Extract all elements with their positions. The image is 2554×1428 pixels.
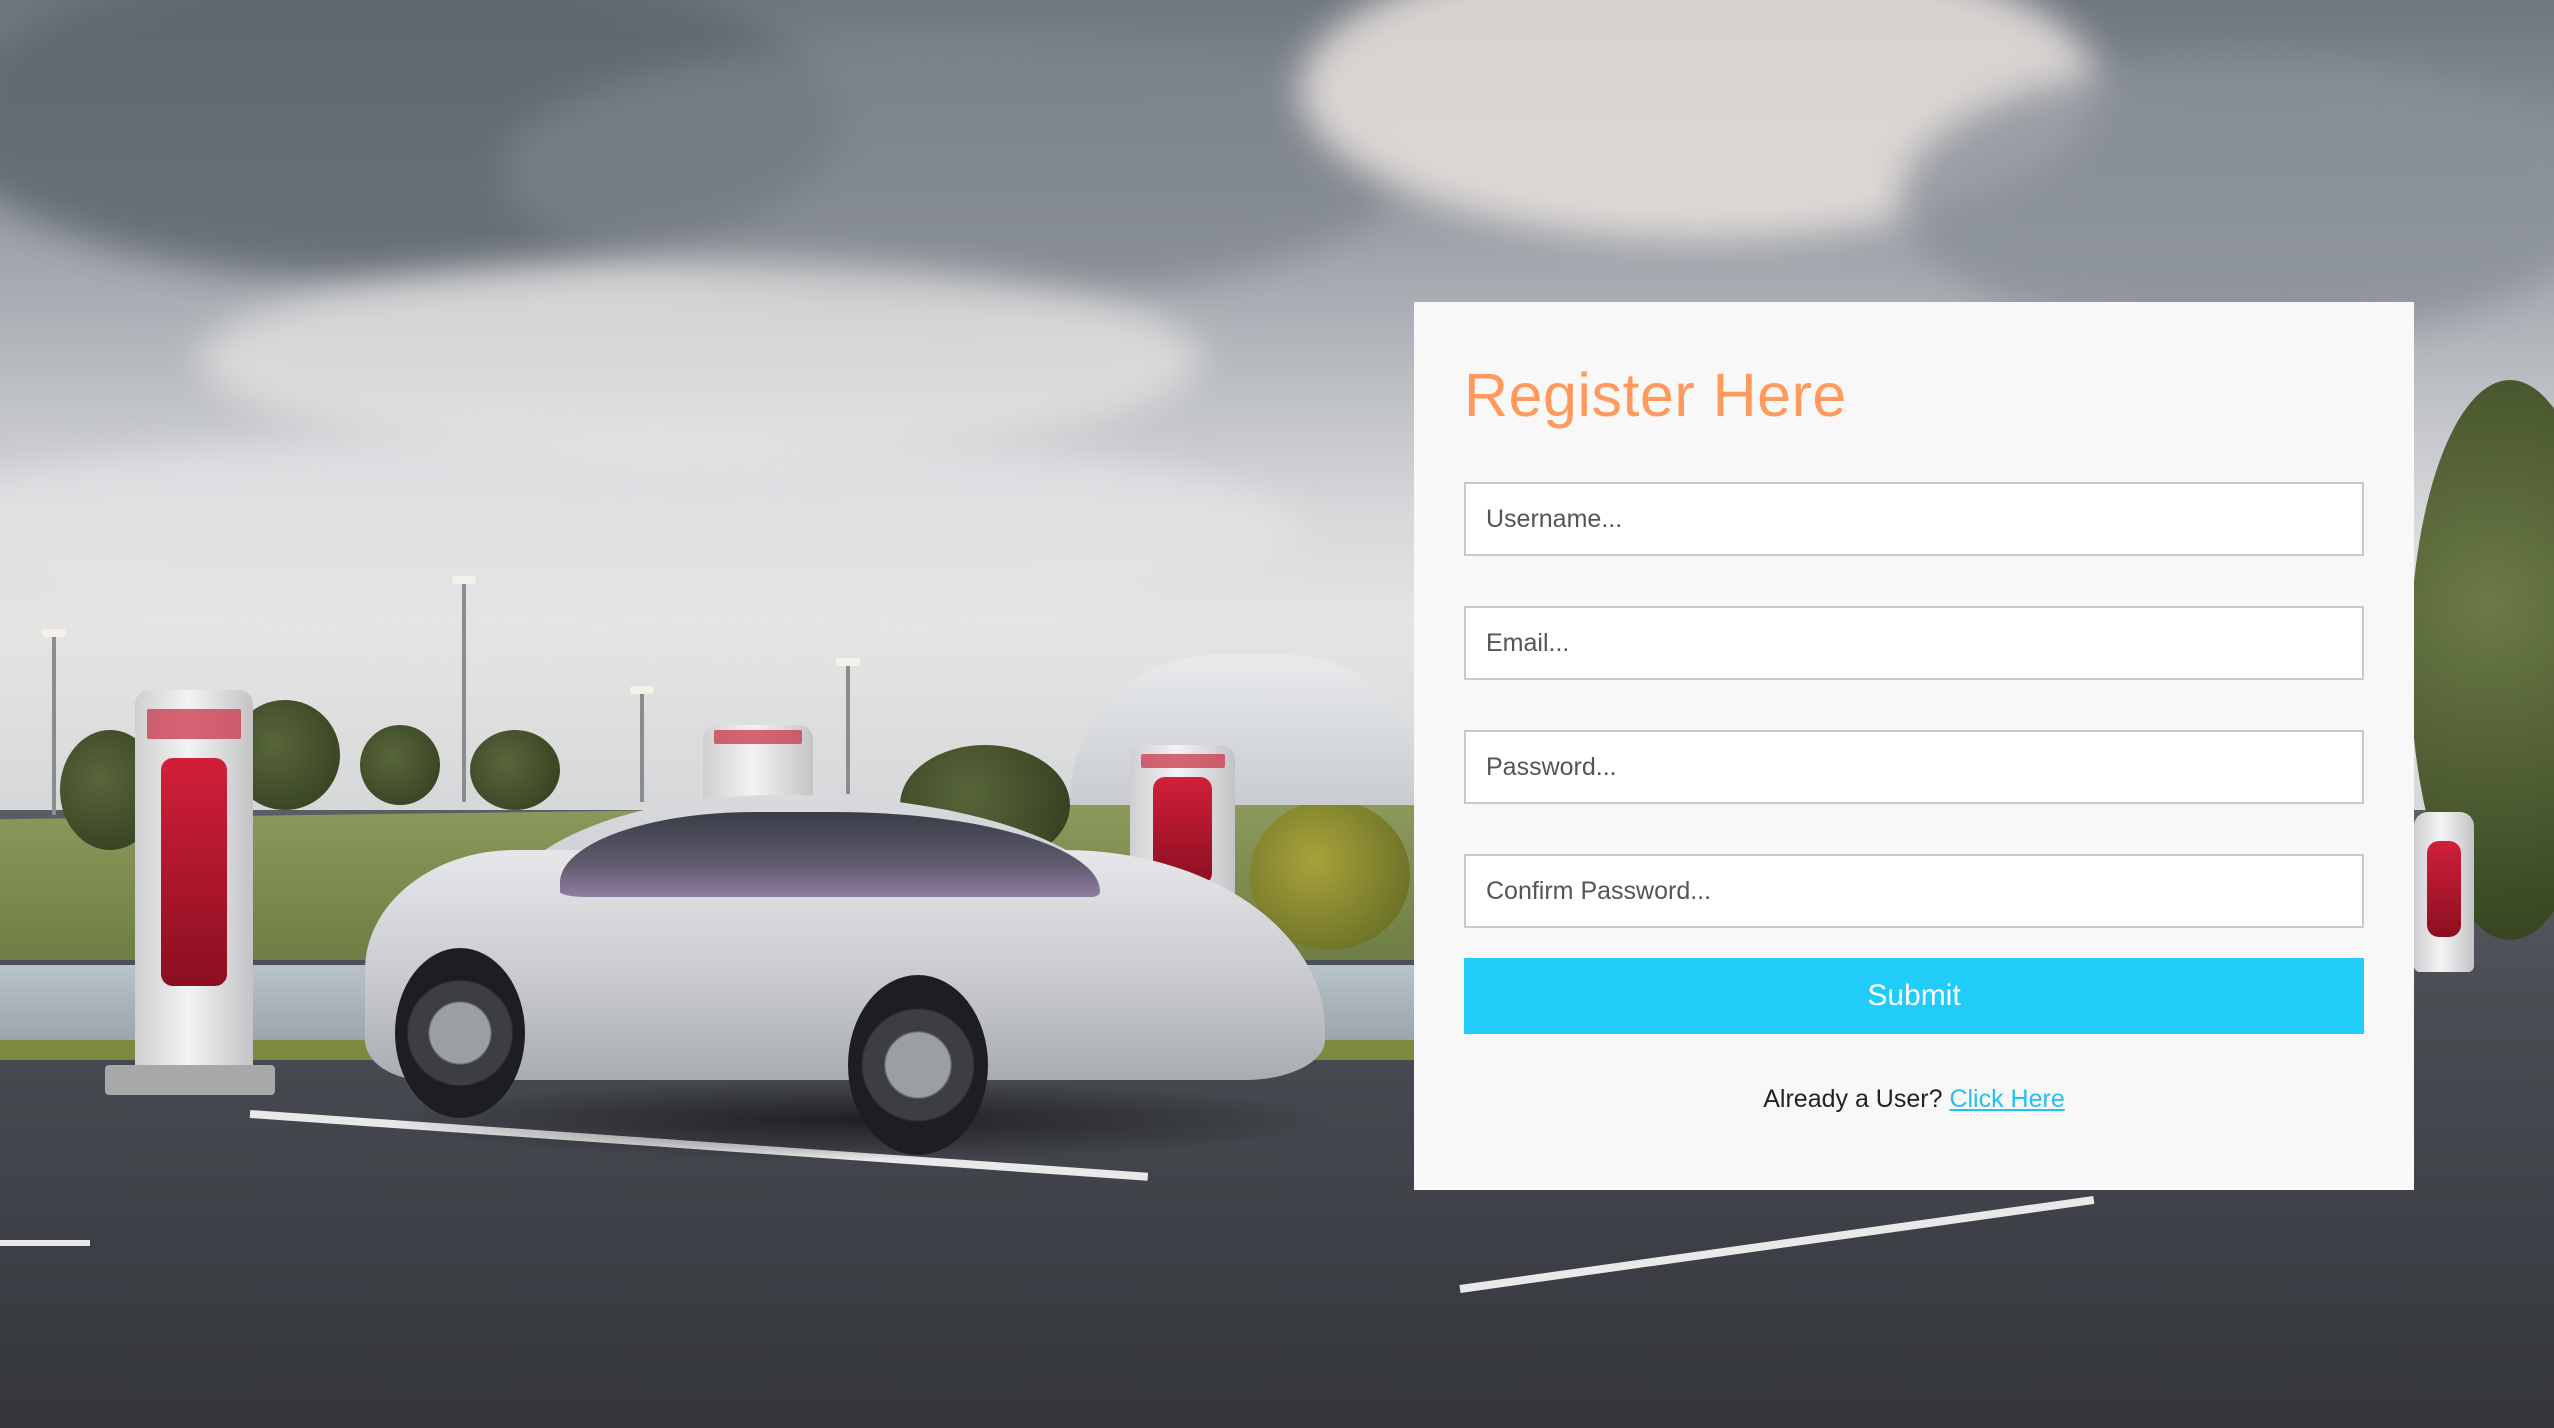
supercharger <box>135 690 253 1070</box>
email-field[interactable] <box>1464 606 2364 680</box>
login-prompt-text: Already a User? <box>1763 1085 1943 1113</box>
tree <box>470 730 560 810</box>
username-field[interactable] <box>1464 482 2364 556</box>
supercharger <box>2414 812 2474 972</box>
register-form: Register Here Submit Already a User? Cli… <box>1414 302 2414 1190</box>
tree <box>360 725 440 805</box>
light-pole <box>836 658 860 794</box>
login-link[interactable]: Click Here <box>1949 1085 2064 1113</box>
car-wheel <box>395 948 525 1118</box>
password-field[interactable] <box>1464 730 2364 804</box>
light-pole <box>630 686 654 802</box>
charger-base <box>105 1065 275 1095</box>
light-pole <box>42 629 66 815</box>
light-pole <box>452 576 476 802</box>
form-title: Register Here <box>1464 361 1847 429</box>
car-wheel <box>848 975 988 1155</box>
login-prompt: Already a User? Click Here <box>1414 1085 2414 1114</box>
register-page: Register Here Submit Already a User? Cli… <box>0 0 2554 1428</box>
parking-line <box>0 1240 90 1246</box>
confirm-password-field[interactable] <box>1464 854 2364 928</box>
cloud <box>200 260 1200 460</box>
submit-button[interactable]: Submit <box>1464 958 2364 1034</box>
